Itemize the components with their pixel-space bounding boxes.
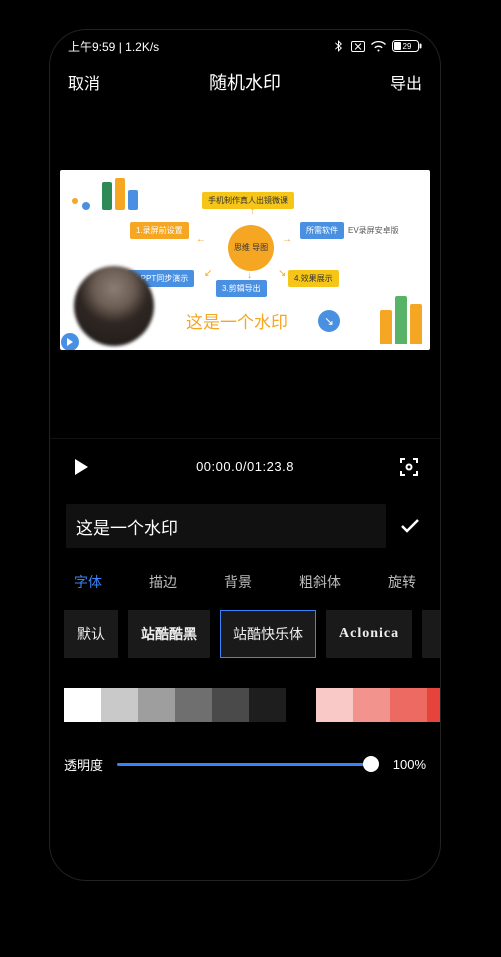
- wifi-icon: [371, 41, 386, 52]
- tab-background[interactable]: 背景: [222, 568, 254, 596]
- preview-frame: 手机制作真人出镜微课 1.录屏前设置 2.PPT同步演示 所需软件 4.效果展示…: [60, 170, 430, 350]
- video-preview[interactable]: 手机制作真人出镜微课 1.录屏前设置 2.PPT同步演示 所需软件 4.效果展示…: [50, 108, 440, 438]
- opacity-row: 透明度 100%: [50, 736, 440, 792]
- play-button[interactable]: [68, 454, 94, 480]
- decorative-bars: [380, 296, 422, 344]
- color-palette: [50, 658, 440, 736]
- status-time: 上午9:59 | 1.2K/s: [68, 38, 159, 55]
- opacity-slider[interactable]: [117, 754, 379, 774]
- color-swatch[interactable]: [175, 688, 212, 722]
- color-swatch[interactable]: [101, 688, 138, 722]
- color-swatch[interactable]: [138, 688, 175, 722]
- tab-rotate[interactable]: 旋转: [386, 568, 418, 596]
- slider-thumb[interactable]: [363, 756, 379, 772]
- font-zkkl[interactable]: 站酷快乐体: [220, 610, 316, 658]
- cancel-button[interactable]: 取消: [68, 70, 100, 94]
- confirm-button[interactable]: [396, 512, 424, 540]
- mm-node: 手机制作真人出镜微课: [202, 192, 294, 209]
- watermark-text-input[interactable]: [66, 504, 386, 548]
- color-swatch[interactable]: [64, 688, 101, 722]
- svg-text:29: 29: [403, 42, 412, 51]
- tab-stroke[interactable]: 描边: [147, 568, 179, 596]
- no-sim-icon: [351, 41, 365, 52]
- page-title: 随机水印: [209, 69, 281, 95]
- opacity-label: 透明度: [64, 755, 103, 774]
- play-icon-small: [61, 333, 79, 350]
- color-swatch[interactable]: [427, 688, 440, 722]
- export-button[interactable]: 导出: [390, 70, 422, 94]
- status-bar: 上午9:59 | 1.2K/s 29: [50, 30, 440, 56]
- fullscreen-button[interactable]: [396, 454, 422, 480]
- mm-node: 3.剪辑导出: [216, 280, 267, 297]
- font-aclonica[interactable]: Aclonica: [326, 610, 412, 658]
- mm-node: 4.效果展示: [288, 270, 339, 287]
- font-more[interactable]: [422, 610, 440, 658]
- watermark-input-row: [50, 494, 440, 558]
- mm-node: 所需软件: [300, 222, 344, 239]
- mm-node: 1.录屏前设置: [130, 222, 189, 239]
- grayscale-swatches: [64, 688, 286, 722]
- font-options: 默认 站酷酷黑 站酷快乐体 Aclonica: [50, 610, 440, 658]
- color-swatch[interactable]: [316, 688, 353, 722]
- font-default[interactable]: 默认: [64, 610, 118, 658]
- style-tabs: 字体 描边 背景 粗斜体 旋转: [50, 558, 440, 610]
- watermark-overlay[interactable]: 这是一个水印: [186, 308, 288, 333]
- bluetooth-icon: [335, 40, 345, 52]
- status-icons: 29: [335, 40, 422, 52]
- mm-center: 思维 导图: [228, 225, 274, 271]
- color-swatch[interactable]: [212, 688, 249, 722]
- playback-time: 00:00.0/01:23.8: [196, 459, 294, 474]
- opacity-value: 100%: [393, 757, 426, 772]
- font-zkkh[interactable]: 站酷酷黑: [128, 610, 210, 658]
- avatar: [74, 266, 154, 346]
- playback-bar: 00:00.0/01:23.8: [50, 438, 440, 494]
- mm-label: EV录屏安卓版: [348, 225, 399, 236]
- red-swatches: [316, 688, 440, 722]
- battery-icon: 29: [392, 40, 422, 52]
- color-swatch[interactable]: [390, 688, 427, 722]
- tab-font[interactable]: 字体: [72, 568, 104, 596]
- watermark-resize-handle[interactable]: ↘: [318, 310, 340, 332]
- nav-bar: 取消 随机水印 导出: [50, 56, 440, 108]
- color-swatch[interactable]: [353, 688, 390, 722]
- tab-bold-italic[interactable]: 粗斜体: [297, 568, 343, 596]
- color-swatch[interactable]: [249, 688, 286, 722]
